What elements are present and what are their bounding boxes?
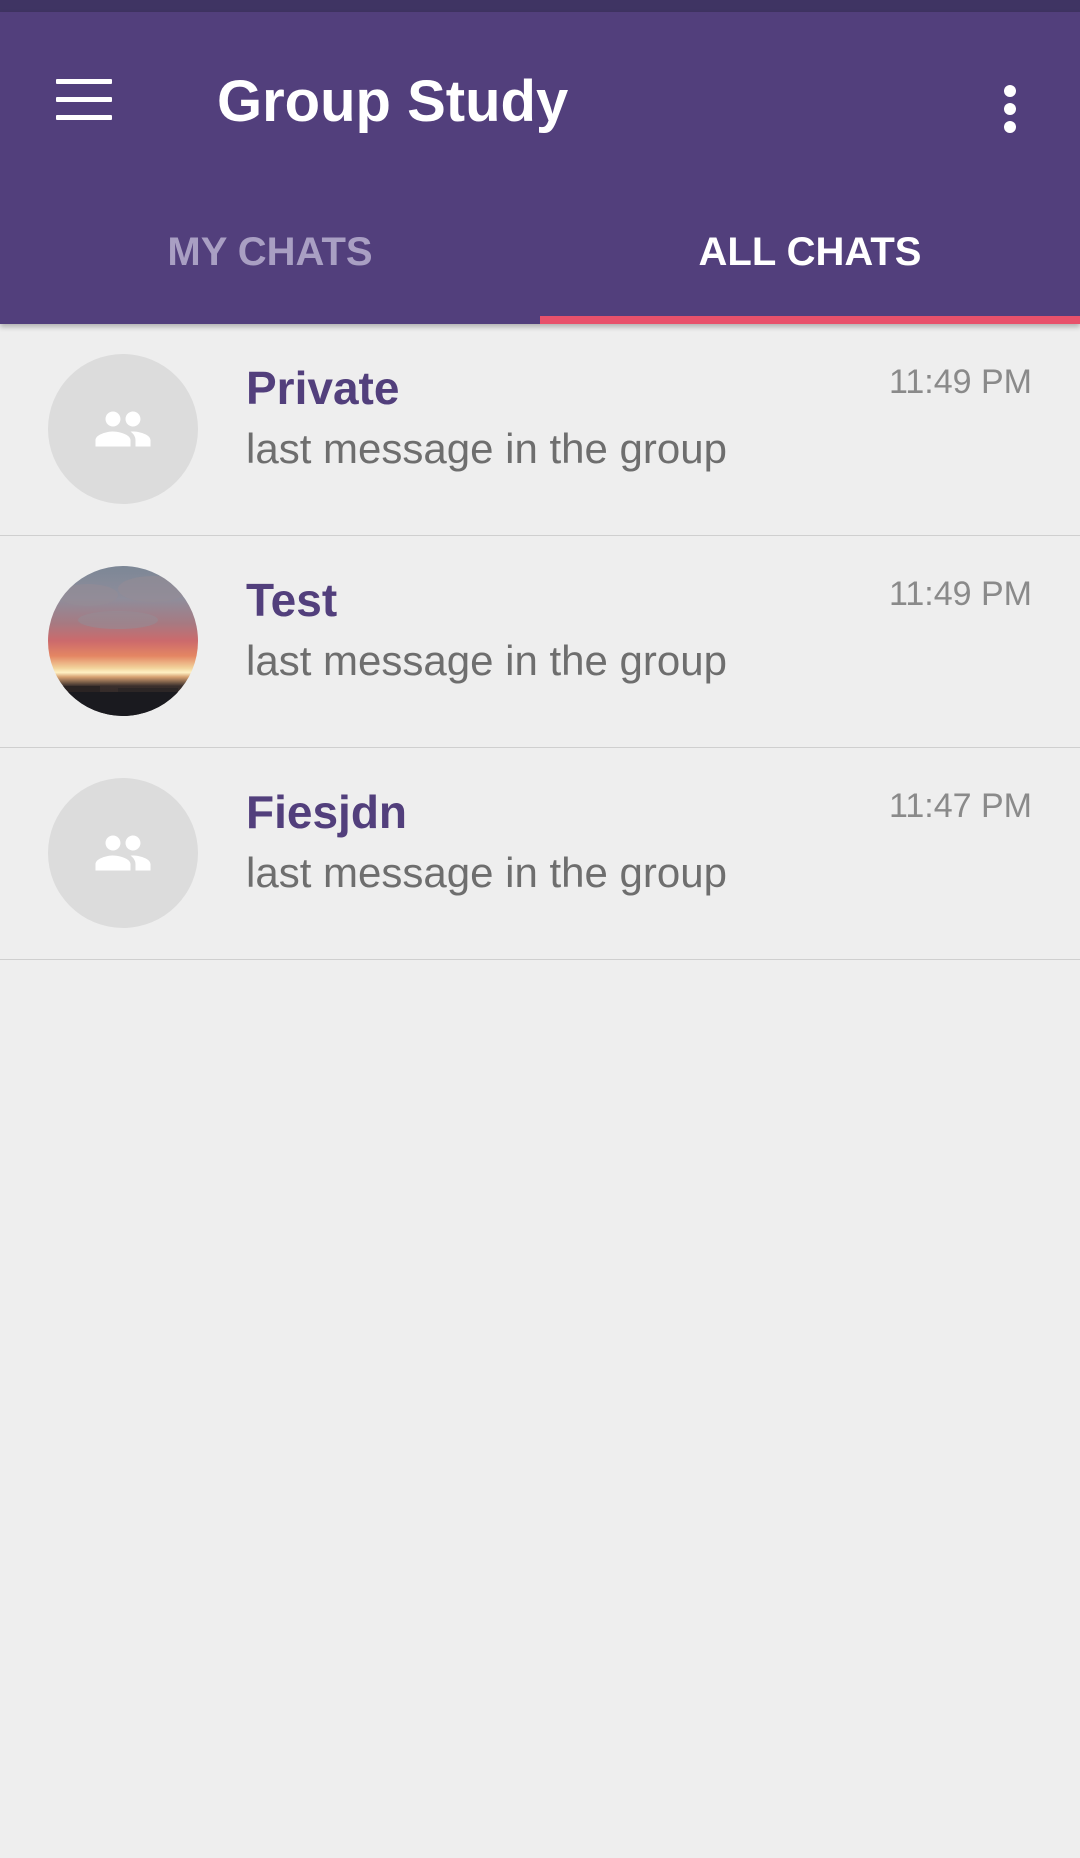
page-title: Group Study	[217, 69, 569, 134]
chat-item-fiesjdn[interactable]: Fiesjdn last message in the group 11:47 …	[0, 748, 1080, 960]
chat-timestamp: 11:49 PM	[888, 575, 1032, 613]
tab-label: ALL CHATS	[698, 230, 922, 274]
avatar	[48, 778, 198, 928]
chat-name: Fiesjdn	[246, 786, 408, 838]
chat-timestamp: 11:49 PM	[888, 363, 1032, 401]
chat-last-message: last message in the group	[246, 425, 727, 472]
chat-last-message: last message in the group	[246, 637, 727, 684]
app-bar: Group Study MY CHATS ALL CHATS	[0, 12, 1080, 324]
avatar	[48, 354, 198, 504]
tab-my-chats[interactable]: MY CHATS	[0, 200, 540, 312]
chat-list: Private last message in the group 11:49 …	[0, 324, 1080, 960]
chat-name: Test	[246, 574, 338, 626]
group-icon	[95, 835, 151, 871]
tab-label: MY CHATS	[167, 230, 373, 274]
avatar-photo	[48, 566, 198, 716]
chat-item-test[interactable]: Test last message in the group 11:49 PM	[0, 536, 1080, 748]
chat-timestamp: 11:47 PM	[888, 787, 1032, 825]
chat-name: Private	[246, 362, 400, 414]
chat-item-private[interactable]: Private last message in the group 11:49 …	[0, 324, 1080, 536]
menu-icon[interactable]	[40, 54, 130, 144]
chat-last-message: last message in the group	[246, 849, 727, 896]
tab-indicator	[540, 316, 1080, 324]
more-options-icon[interactable]	[975, 64, 1045, 154]
tab-all-chats[interactable]: ALL CHATS	[540, 200, 1080, 312]
status-bar	[0, 0, 1080, 12]
group-icon	[95, 411, 151, 447]
